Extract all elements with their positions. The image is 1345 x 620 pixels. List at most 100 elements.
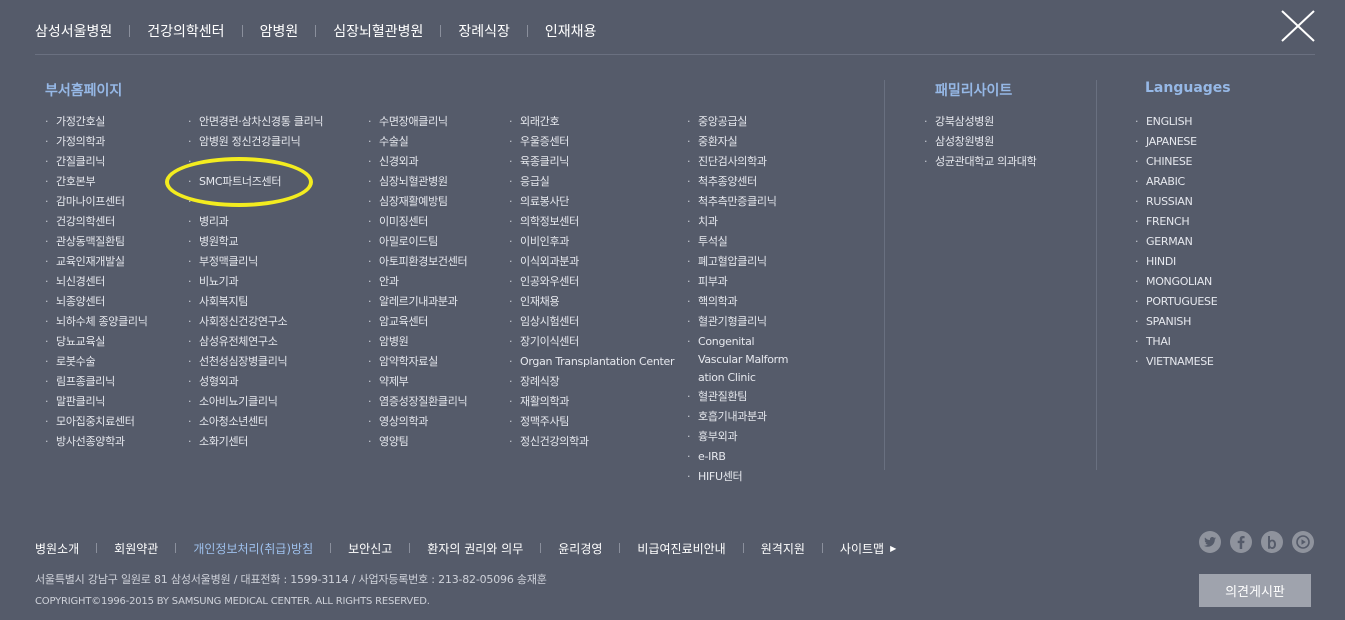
dept-link[interactable]: 정신건강의학과 <box>509 432 674 452</box>
dept-link[interactable]: 임상시험센터 <box>509 312 674 332</box>
dept-link[interactable]: 심장재활예방팀 <box>368 192 467 212</box>
language-link[interactable]: RUSSIAN <box>1135 192 1217 212</box>
dept-link[interactable]: 흉부외과 <box>687 427 798 447</box>
dept-link[interactable]: 안과 <box>368 272 467 292</box>
dept-link[interactable]: 암병원 정신건강클리닉 <box>188 132 323 152</box>
dept-link-smc-partners[interactable]: SMC파트너즈센터 <box>188 172 323 192</box>
dept-link[interactable]: 소화기센터 <box>188 432 323 452</box>
dept-link[interactable]: 인재채용 <box>509 292 674 312</box>
dept-link[interactable]: 심장뇌혈관병원 <box>368 172 467 192</box>
footer-link-about[interactable]: 병원소개 <box>35 540 79 557</box>
dept-link[interactable]: 간질클리닉 <box>45 152 148 172</box>
family-site-link[interactable]: 성균관대학교 의과대학 <box>924 152 1037 172</box>
dept-link[interactable]: 피부과 <box>687 272 798 292</box>
dept-link[interactable]: 감마나이프센터 <box>45 192 148 212</box>
dept-link[interactable]: 비뇨기과 <box>188 272 323 292</box>
dept-link[interactable]: 부정맥클리닉 <box>188 252 323 272</box>
dept-link[interactable]: 암약학자료실 <box>368 352 467 372</box>
dept-link[interactable]: 폐고혈압클리닉 <box>687 252 798 272</box>
dept-link[interactable]: 외래간호 <box>509 112 674 132</box>
dept-link[interactable]: 간호본부 <box>45 172 148 192</box>
dept-link[interactable]: 건강의학센터 <box>45 212 148 232</box>
dept-link[interactable]: 영양팀 <box>368 432 467 452</box>
dept-link[interactable]: 삼성유전체연구소 <box>188 332 323 352</box>
dept-link[interactable]: 인공와우센터 <box>509 272 674 292</box>
dept-link[interactable]: 이비인후과 <box>509 232 674 252</box>
dept-link[interactable]: 소아청소년센터 <box>188 412 323 432</box>
dept-link[interactable]: 혈관질환팀 <box>687 387 798 407</box>
dept-link[interactable]: 림프종클리닉 <box>45 372 148 392</box>
dept-link[interactable]: 응급실 <box>509 172 674 192</box>
dept-link[interactable]: 사회정신건강연구소 <box>188 312 323 332</box>
dept-link-obscured[interactable] <box>188 192 323 212</box>
dept-link[interactable]: 뇌신경센터 <box>45 272 148 292</box>
dept-link[interactable]: 중환자실 <box>687 132 798 152</box>
language-link[interactable]: HINDI <box>1135 252 1217 272</box>
dept-link[interactable]: 소아비뇨기클리닉 <box>188 392 323 412</box>
topnav-samsung-hospital[interactable]: 삼성서울병원 <box>35 21 112 41</box>
twitter-icon[interactable] <box>1199 531 1221 553</box>
dept-link[interactable]: 안면경련·삼차신경통 클리닉 <box>188 112 324 132</box>
dept-link[interactable]: e-IRB <box>687 447 798 467</box>
dept-link-congenital-vascular[interactable]: Congenital Vascular Malform ation Clinic <box>687 332 798 387</box>
dept-link[interactable]: 재활의학과 <box>509 392 674 412</box>
dept-link-obscured[interactable] <box>188 152 323 172</box>
dept-link[interactable]: 관상동맥질환팀 <box>45 232 148 252</box>
footer-link-remote-support[interactable]: 원격지원 <box>761 540 805 557</box>
facebook-icon[interactable] <box>1230 531 1252 553</box>
footer-link-ethics[interactable]: 윤리경영 <box>558 540 602 557</box>
dept-link[interactable]: 사회복지팀 <box>188 292 323 312</box>
dept-link[interactable]: 장기이식센터 <box>509 332 674 352</box>
language-link[interactable]: CHINESE <box>1135 152 1217 172</box>
dept-link[interactable]: 선천성심장병클리닉 <box>188 352 323 372</box>
dept-link[interactable]: 수술실 <box>368 132 467 152</box>
close-button[interactable] <box>1281 10 1315 42</box>
dept-link[interactable]: 우울증센터 <box>509 132 674 152</box>
topnav-heart-vascular[interactable]: 심장뇌혈관병원 <box>333 21 423 41</box>
dept-link[interactable]: 뇌종양센터 <box>45 292 148 312</box>
dept-link[interactable]: 당뇨교육실 <box>45 332 148 352</box>
dept-link[interactable]: 육종클리닉 <box>509 152 674 172</box>
topnav-funeral-hall[interactable]: 장례식장 <box>458 21 510 41</box>
topnav-cancer-hospital[interactable]: 암병원 <box>260 21 299 41</box>
dept-link[interactable]: 알레르기내과분과 <box>368 292 467 312</box>
dept-link[interactable]: 이미징센터 <box>368 212 467 232</box>
dept-link[interactable]: 암교육센터 <box>368 312 467 332</box>
dept-link[interactable]: 정맥주사팀 <box>509 412 674 432</box>
language-link[interactable]: VIETNAMESE <box>1135 352 1217 372</box>
topnav-health-center[interactable]: 건강의학센터 <box>147 21 224 41</box>
dept-link[interactable]: 로봇수술 <box>45 352 148 372</box>
dept-link[interactable]: 의학정보센터 <box>509 212 674 232</box>
dept-link[interactable]: 척추종양센터 <box>687 172 798 192</box>
footer-link-privacy[interactable]: 개인정보처리(취급)방침 <box>193 540 313 557</box>
language-link[interactable]: THAI <box>1135 332 1217 352</box>
language-link[interactable]: GERMAN <box>1135 232 1217 252</box>
dept-link[interactable]: 투석실 <box>687 232 798 252</box>
dept-link[interactable]: 영상의학과 <box>368 412 467 432</box>
dept-link[interactable]: 신경외과 <box>368 152 467 172</box>
footer-link-fees[interactable]: 비급여진료비안내 <box>637 540 725 557</box>
dept-link[interactable]: 방사선종양학과 <box>45 432 148 452</box>
dept-link[interactable]: 치과 <box>687 212 798 232</box>
language-link[interactable]: SPANISH <box>1135 312 1217 332</box>
dept-link[interactable]: 척추측만증클리닉 <box>687 192 798 212</box>
dept-link[interactable]: 교육인재개발실 <box>45 252 148 272</box>
dept-link[interactable]: 가정간호실 <box>45 112 148 132</box>
dept-link[interactable]: Organ Transplantation Center <box>509 352 675 372</box>
dept-link[interactable]: HIFU센터 <box>687 467 798 487</box>
family-site-link[interactable]: 강북삼성병원 <box>924 112 1036 132</box>
language-link[interactable]: ENGLISH <box>1135 112 1217 132</box>
dept-link[interactable]: 아밀로이드팀 <box>368 232 467 252</box>
dept-link[interactable]: 말판클리닉 <box>45 392 148 412</box>
dept-link[interactable]: 아토피환경보건센터 <box>368 252 468 272</box>
dept-link[interactable]: 혈관기형클리닉 <box>687 312 798 332</box>
blog-icon[interactable] <box>1261 531 1283 553</box>
dept-link[interactable]: 장례식장 <box>509 372 674 392</box>
footer-link-patient-rights[interactable]: 환자의 권리와 의무 <box>427 540 523 557</box>
dept-link[interactable]: 병원학교 <box>188 232 323 252</box>
youtube-icon[interactable] <box>1292 531 1314 553</box>
language-link[interactable]: ARABIC <box>1135 172 1217 192</box>
dept-link[interactable]: 성형외과 <box>188 372 323 392</box>
language-link[interactable]: JAPANESE <box>1135 132 1217 152</box>
dept-link[interactable]: 약제부 <box>368 372 467 392</box>
